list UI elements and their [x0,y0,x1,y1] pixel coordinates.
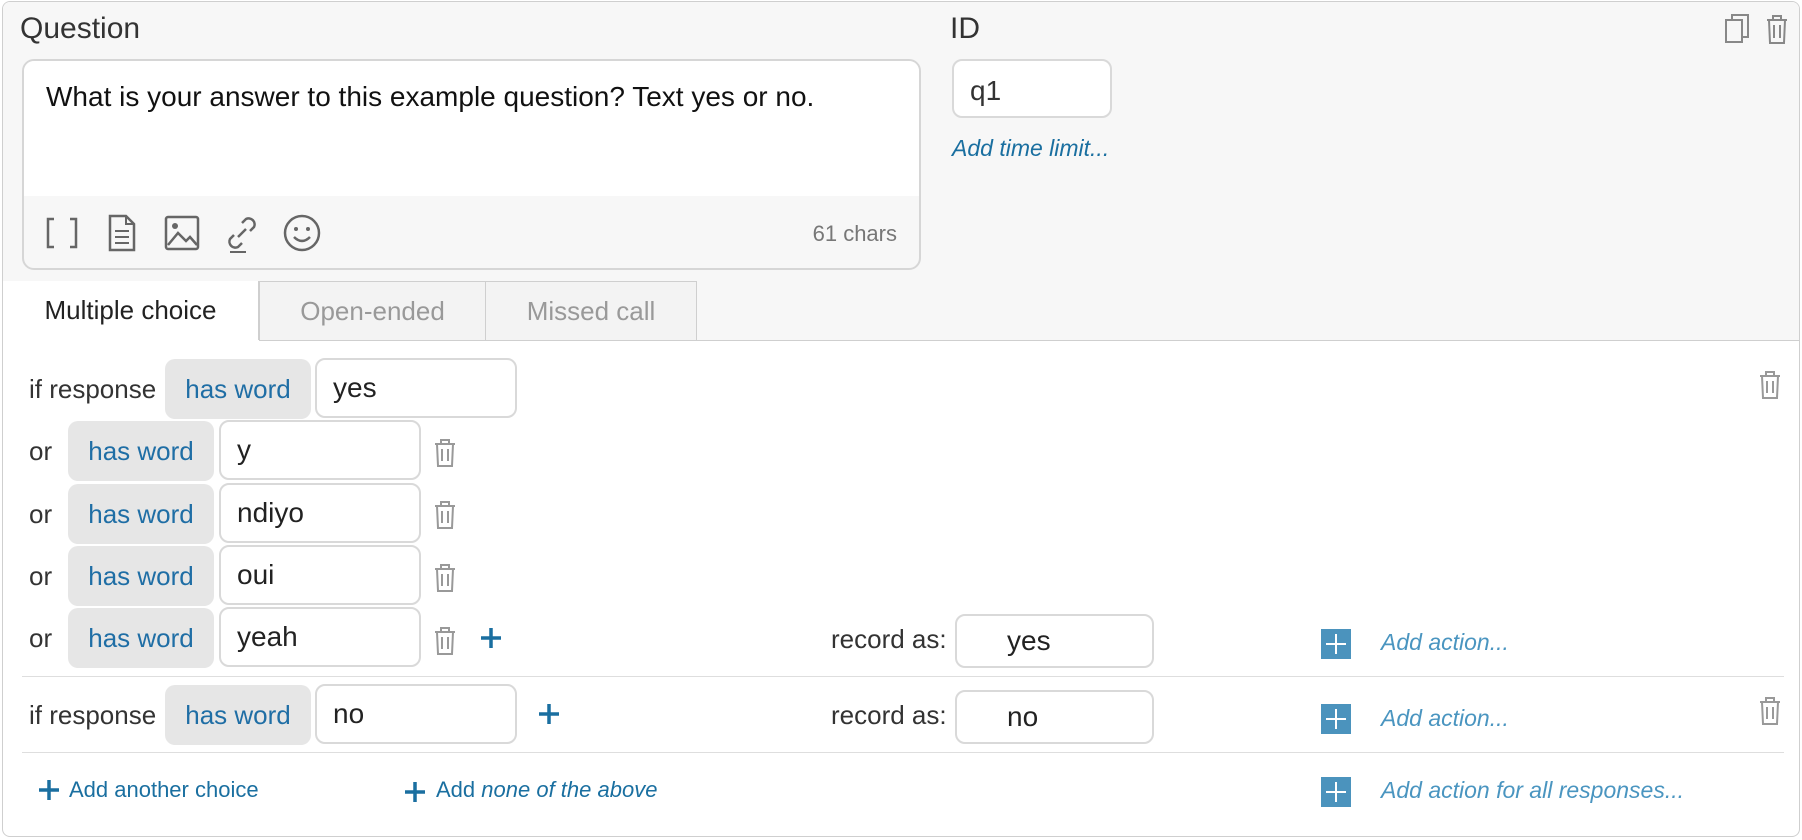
operator-select[interactable]: has word [68,546,214,606]
add-action-link[interactable]: Add action... [1381,629,1509,656]
add-word-icon[interactable] [537,702,561,726]
or-label: or [29,499,53,529]
add-action-all-link[interactable]: Add action for all responses... [1381,777,1684,804]
delete-word-icon[interactable] [432,438,458,468]
delete-choice-icon[interactable] [1757,696,1783,726]
question-textarea[interactable]: What is your answer to this example ques… [24,61,919,196]
add-action-plus-icon[interactable] [1321,704,1351,734]
emoji-icon[interactable] [280,211,324,255]
if-response-label: if response [29,374,157,404]
question-editor[interactable]: What is your answer to this example ques… [22,59,921,270]
add-none-icon[interactable] [403,780,427,804]
trash-icon[interactable] [1763,12,1791,46]
question-header-section: Question What is your answer to this exa… [3,2,1799,340]
add-choice-icon[interactable] [37,778,61,802]
operator-select[interactable]: has word [68,484,214,544]
word-input[interactable]: no [315,684,517,744]
delete-word-icon[interactable] [432,626,458,656]
image-icon[interactable] [160,211,204,255]
tab-open-ended[interactable]: Open-ended [259,281,486,340]
brackets-icon[interactable] [40,211,84,255]
add-none-italic: none of the above [481,777,658,802]
delete-choice-icon[interactable] [1757,370,1783,400]
record-as-input[interactable]: yes [955,614,1154,668]
document-icon[interactable] [100,211,144,255]
record-as-input[interactable]: no [955,690,1154,744]
tab-divider [259,340,1799,341]
or-label: or [29,623,53,653]
id-input[interactable]: q1 [952,59,1112,118]
word-input[interactable]: yeah [219,607,421,667]
link-icon[interactable] [220,211,264,255]
tab-missed-call[interactable]: Missed call [485,281,697,340]
operator-select[interactable]: has word [68,421,214,481]
word-input[interactable]: oui [219,545,421,605]
delete-word-icon[interactable] [432,500,458,530]
choice-separator [22,676,1784,677]
add-time-limit-link[interactable]: Add time limit... [952,135,1109,162]
footer-separator [22,752,1784,753]
add-none-prefix: Add [436,777,476,802]
record-as-label: record as: [831,624,947,654]
word-input[interactable]: yes [315,358,517,418]
or-label: or [29,436,53,466]
copy-icon[interactable] [1723,12,1751,46]
operator-select[interactable]: has word [165,685,311,745]
id-label: ID [950,12,980,45]
question-label: Question [20,12,141,45]
if-response-label: if response [29,700,157,730]
delete-word-icon[interactable] [432,563,458,593]
add-another-choice-link[interactable]: Add another choice [69,777,259,803]
add-word-icon[interactable] [479,626,503,650]
add-action-plus-icon[interactable] [1321,629,1351,659]
char-counter: 61 chars [812,221,897,246]
tab-multiple-choice[interactable]: Multiple choice [3,281,259,340]
or-label: or [29,561,53,591]
add-action-all-plus-icon[interactable] [1321,777,1351,807]
word-input[interactable]: ndiyo [219,483,421,543]
operator-select[interactable]: has word [68,608,214,668]
operator-select[interactable]: has word [165,359,311,419]
add-none-of-the-above-link[interactable]: Add none of the above [436,777,657,803]
record-as-label: record as: [831,700,947,730]
word-input[interactable]: y [219,420,421,480]
question-card: Question What is your answer to this exa… [2,1,1800,837]
add-action-link[interactable]: Add action... [1381,705,1509,732]
